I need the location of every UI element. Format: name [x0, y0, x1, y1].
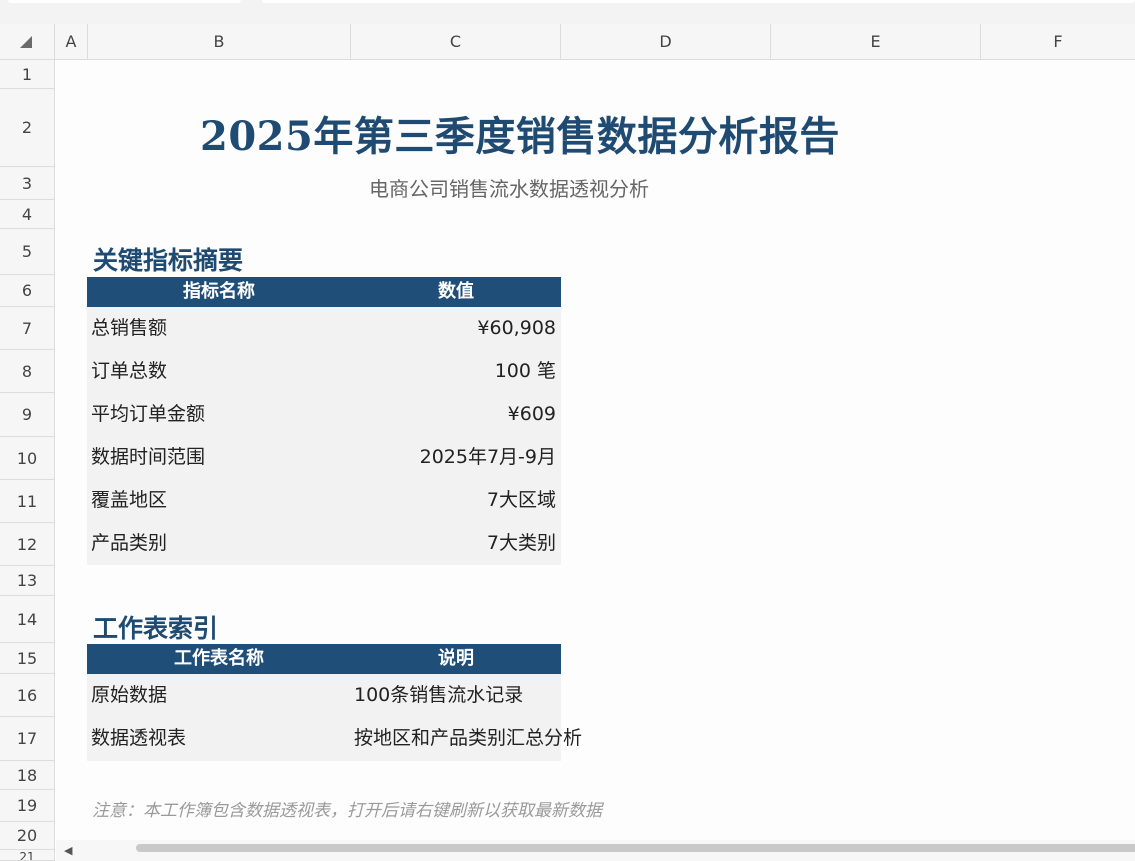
summary-row[interactable]: 平均订单金额 ¥609 [87, 393, 561, 436]
row-header-9[interactable]: 9 [0, 393, 54, 437]
row-headers: 1 2 3 4 5 6 7 8 9 10 11 12 13 14 15 16 1… [0, 60, 55, 861]
row-header-5[interactable]: 5 [0, 229, 54, 275]
row-header-6[interactable]: 6 [0, 275, 54, 307]
workbook-note: 注意：本工作簿包含数据透视表，打开后请右键刷新以获取最新数据 [92, 801, 602, 821]
summary-header-value: 数值 [438, 281, 474, 302]
row-header-7[interactable]: 7 [0, 307, 54, 350]
horizontal-scrollbar[interactable]: ◀ [56, 840, 1135, 861]
index-sheet-name: 数据透视表 [91, 727, 187, 749]
summary-table-header: 指标名称 数值 [87, 277, 561, 307]
summary-value: 100 笔 [494, 360, 556, 382]
summary-name: 覆盖地区 [91, 489, 168, 511]
row-header-11[interactable]: 11 [0, 480, 54, 523]
select-all-corner[interactable] [0, 24, 55, 59]
index-sheet-name: 原始数据 [91, 684, 168, 706]
index-sheet-desc: 100条销售流水记录 [354, 684, 524, 706]
formula-bar-shape[interactable] [262, 0, 1135, 3]
column-header-e[interactable]: E [771, 24, 981, 59]
index-row[interactable]: 数据透视表 按地区和产品类别汇总分析 [87, 717, 582, 760]
summary-value: 7大类别 [486, 532, 556, 554]
scroll-left-icon[interactable]: ◀ [64, 844, 72, 857]
row-header-17[interactable]: 17 [0, 717, 54, 761]
index-row[interactable]: 原始数据 100条销售流水记录 [87, 674, 561, 717]
window-top-bar [0, 0, 1135, 25]
summary-row[interactable]: 总销售额 ¥60,908 [87, 307, 561, 350]
row-header-12[interactable]: 12 [0, 523, 54, 566]
column-headers: A B C D E F [0, 24, 1135, 60]
summary-value: ¥60,908 [477, 317, 556, 339]
index-header-name: 工作表名称 [174, 648, 264, 669]
row-header-21[interactable]: 21 [0, 850, 54, 861]
row-header-19[interactable]: 19 [0, 790, 54, 822]
row-header-10[interactable]: 10 [0, 437, 54, 480]
report-subtitle: 电商公司销售流水数据透视分析 [369, 177, 649, 201]
row-header-4[interactable]: 4 [0, 200, 54, 229]
row-header-15[interactable]: 15 [0, 643, 54, 674]
summary-name: 总销售额 [91, 317, 168, 339]
column-header-b[interactable]: B [88, 24, 351, 59]
summary-table-body: 总销售额 ¥60,908 订单总数 100 笔 平均订单金额 ¥609 数据时间… [87, 307, 561, 565]
select-all-icon [20, 36, 32, 48]
row-header-1[interactable]: 1 [0, 60, 54, 89]
summary-row[interactable]: 订单总数 100 笔 [87, 350, 561, 393]
sheet-tab-shape[interactable] [8, 0, 241, 3]
summary-section-title: 关键指标摘要 [93, 246, 244, 275]
index-section-title: 工作表索引 [93, 614, 219, 643]
summary-header-name: 指标名称 [183, 281, 255, 302]
row-header-13[interactable]: 13 [0, 566, 54, 596]
row-header-3[interactable]: 3 [0, 167, 54, 200]
index-header-desc: 说明 [438, 648, 474, 669]
index-sheet-desc: 按地区和产品类别汇总分析 [354, 727, 583, 749]
row-header-8[interactable]: 8 [0, 350, 54, 393]
column-header-c[interactable]: C [351, 24, 561, 59]
summary-value: ¥609 [507, 403, 556, 425]
summary-name: 订单总数 [91, 360, 168, 382]
row-header-2[interactable]: 2 [0, 89, 54, 167]
summary-row[interactable]: 产品类别 7大类别 [87, 522, 561, 565]
row-header-18[interactable]: 18 [0, 761, 54, 790]
index-table-body: 原始数据 100条销售流水记录 数据透视表 按地区和产品类别汇总分析 [87, 674, 582, 761]
row-header-20[interactable]: 20 [0, 822, 54, 850]
summary-name: 产品类别 [91, 532, 168, 554]
summary-row[interactable]: 数据时间范围 2025年7月-9月 [87, 436, 561, 479]
index-table-header: 工作表名称 说明 [87, 644, 561, 674]
summary-row[interactable]: 覆盖地区 7大区域 [87, 479, 561, 522]
scrollbar-thumb[interactable] [136, 844, 1135, 852]
row-header-14[interactable]: 14 [0, 596, 54, 643]
summary-value: 7大区域 [486, 489, 556, 511]
summary-value: 2025年7月-9月 [419, 446, 556, 468]
report-title: 2025年第三季度销售数据分析报告 [200, 113, 840, 160]
column-header-a[interactable]: A [55, 24, 88, 59]
column-header-d[interactable]: D [561, 24, 771, 59]
summary-name: 数据时间范围 [91, 446, 206, 468]
row-header-16[interactable]: 16 [0, 674, 54, 717]
summary-name: 平均订单金额 [91, 403, 206, 425]
column-header-f[interactable]: F [981, 24, 1135, 59]
